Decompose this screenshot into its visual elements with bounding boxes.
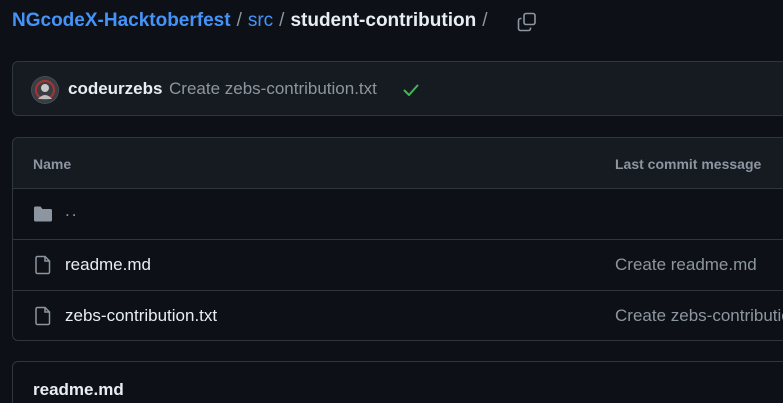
avatar[interactable] (32, 77, 58, 103)
column-header-name: Name (33, 156, 72, 172)
breadcrumb: NGcodeX-Hacktoberfest / src / student-co… (12, 8, 493, 34)
table-row-parent-directory[interactable]: .. (13, 189, 783, 240)
file-icon (35, 306, 51, 326)
file-icon (35, 255, 51, 275)
readme-panel: readme.md (12, 361, 783, 403)
breadcrumb-current: student-contribution (290, 10, 477, 31)
file-commit-message-link[interactable]: Create zebs-contribution.txt (615, 306, 783, 326)
latest-commit-bar: codeurzebs Create zebs-contribution.txt (12, 61, 783, 116)
commit-message-link[interactable]: Create zebs-contribution.txt (169, 79, 377, 99)
table-row[interactable]: zebs-contribution.txt Create zebs-contri… (13, 291, 783, 340)
copy-path-button[interactable] (514, 9, 540, 35)
file-commit-message-link[interactable]: Create readme.md (615, 255, 757, 275)
column-header-commit-message: Last commit message (615, 156, 762, 172)
breadcrumb-separator: / (279, 10, 285, 31)
breadcrumb-separator: / (236, 10, 242, 31)
file-name-link[interactable]: readme.md (65, 255, 151, 275)
commit-author-link[interactable]: codeurzebs (68, 79, 162, 99)
table-row[interactable]: readme.md Create readme.md (13, 240, 783, 291)
table-header: Name Last commit message (13, 138, 783, 189)
breadcrumb-repo-link[interactable]: NGcodeX-Hacktoberfest (12, 10, 231, 32)
breadcrumb-separator: / (482, 10, 488, 31)
file-name-link[interactable]: zebs-contribution.txt (65, 306, 217, 326)
breadcrumb-src-link[interactable]: src (248, 10, 273, 32)
copy-icon (517, 12, 536, 32)
page: NGcodeX-Hacktoberfest / src / student-co… (0, 0, 783, 403)
parent-directory-link[interactable]: .. (65, 201, 78, 221)
folder-icon (34, 206, 52, 222)
readme-title: readme.md (33, 380, 124, 399)
file-table: Name Last commit message .. readme.md Cr… (12, 137, 783, 341)
check-icon[interactable] (402, 81, 420, 99)
